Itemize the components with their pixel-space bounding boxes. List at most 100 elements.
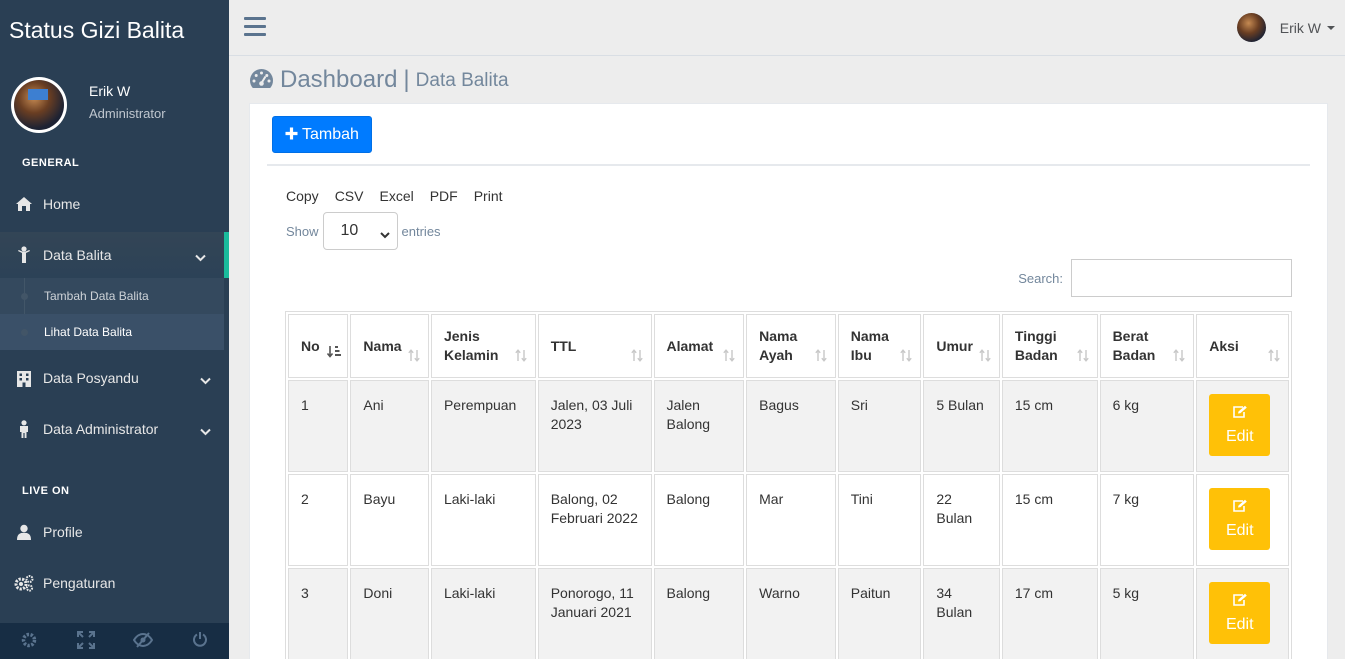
table-cell: 1 <box>288 380 349 472</box>
table-cell: 22 Bulan <box>923 474 1000 566</box>
table-cell: Balong <box>653 474 745 566</box>
sidebar-item-label: Pengaturan <box>43 575 116 591</box>
column-header-label: No <box>301 337 320 354</box>
table-cell: Laki-laki <box>430 568 536 659</box>
chevron-down-icon <box>195 249 206 265</box>
user-name: Erik W <box>1279 19 1321 36</box>
settings-button[interactable] <box>0 623 57 659</box>
column-header[interactable]: TTL <box>537 314 652 378</box>
column-header[interactable]: Nama <box>350 314 429 378</box>
column-header[interactable]: Alamat <box>653 314 745 378</box>
sidebar-item-data-posyandu[interactable]: Data Posyandu <box>0 355 229 401</box>
table-cell: Bayu <box>350 474 429 566</box>
top-navbar: Erik W <box>229 0 1345 56</box>
table-cell: 15 cm <box>1001 380 1098 472</box>
table-cell: Ponorogo, 11 Januari 2021 <box>537 568 652 659</box>
sort-icon <box>630 348 643 367</box>
user-dropdown[interactable]: Erik W <box>1236 13 1335 42</box>
table-cell: Jalen Balong <box>653 380 745 472</box>
sidebar-item-data-balita[interactable]: Data Balita <box>0 232 229 278</box>
profile-role: Administrator <box>89 106 166 121</box>
chevron-down-icon <box>379 226 390 244</box>
home-icon <box>13 196 35 212</box>
sidebar-footer <box>0 623 229 659</box>
plus-icon <box>285 124 298 145</box>
lock-button[interactable] <box>115 623 172 659</box>
sort-icon <box>408 348 420 367</box>
entries-length: Show 10 entries <box>286 212 441 250</box>
divider <box>267 164 1310 166</box>
edit-button[interactable]: Edit <box>1209 488 1271 550</box>
column-header-label: Nama Ibu <box>850 328 889 363</box>
table-cell: Ani <box>350 380 429 472</box>
sidebar-item-pengaturan[interactable]: Pengaturan <box>0 560 229 606</box>
table-cell: Laki-laki <box>430 474 536 566</box>
table-cell: Perempuan <box>430 380 536 472</box>
sidebar-item-data-administrator[interactable]: Data Administrator <box>0 406 229 452</box>
brand-title[interactable]: Status Gizi Balita <box>0 0 229 57</box>
copy-button[interactable]: Copy <box>286 188 319 204</box>
column-header[interactable]: Aksi <box>1196 314 1289 378</box>
column-header[interactable]: Berat Badan <box>1099 314 1195 378</box>
cogs-icon <box>13 574 35 592</box>
sidebar-subitem-label: Tambah Data Balita <box>44 289 149 303</box>
fullscreen-button[interactable] <box>57 623 114 659</box>
column-header[interactable]: Nama Ibu <box>837 314 922 378</box>
caret-down-icon <box>1327 25 1335 30</box>
table-cell: 34 Bulan <box>923 568 1000 659</box>
table-cell: Doni <box>350 568 429 659</box>
dashboard-icon <box>249 68 274 93</box>
gear-icon <box>21 632 37 651</box>
chevron-down-icon <box>200 372 211 388</box>
logout-button[interactable] <box>172 623 229 659</box>
edit-icon <box>1232 593 1248 615</box>
child-icon <box>13 246 35 264</box>
column-header-label: Umur <box>936 337 973 354</box>
sidebar-item-label: Data Posyandu <box>43 370 139 386</box>
csv-button[interactable]: CSV <box>335 188 364 204</box>
table-cell: Balong <box>653 568 745 659</box>
table-cell: 2 <box>288 474 349 566</box>
search-input[interactable] <box>1071 259 1292 297</box>
profile-summary: Erik W Administrator <box>0 57 229 147</box>
excel-button[interactable]: Excel <box>379 188 413 204</box>
sidebar-item-profile[interactable]: Profile <box>0 509 229 555</box>
table-cell: Warno <box>746 568 836 659</box>
profile-name: Erik W <box>89 83 131 99</box>
sort-icon <box>514 348 527 367</box>
column-header[interactable]: Nama Ayah <box>746 314 836 378</box>
table-cell: 6 kg <box>1099 380 1195 472</box>
sidebar-item-label: Data Balita <box>43 247 112 263</box>
sort-icon <box>723 348 735 367</box>
sidebar-subitem-lihat-data-balita[interactable]: Lihat Data Balita <box>0 314 224 350</box>
sort-asc-icon <box>327 344 342 363</box>
print-button[interactable]: Print <box>474 188 503 204</box>
edit-icon <box>1232 405 1248 427</box>
male-icon <box>13 420 35 438</box>
column-header[interactable]: Tinggi Badan <box>1001 314 1098 378</box>
table-cell-actions: Edit <box>1196 380 1289 472</box>
pdf-button[interactable]: PDF <box>430 188 458 204</box>
search-label: Search: <box>1018 270 1063 286</box>
column-header-label: TTL <box>550 337 577 354</box>
bullet-icon <box>21 329 28 336</box>
menu-toggle-icon[interactable] <box>244 17 266 36</box>
sidebar-item-home[interactable]: Home <box>0 181 229 227</box>
column-header[interactable]: No <box>288 314 349 378</box>
sidebar-subitem-tambah-data-balita[interactable]: Tambah Data Balita <box>0 278 224 314</box>
entries-select[interactable]: 10 <box>322 212 398 250</box>
table-cell: Sri <box>837 380 922 472</box>
user-icon <box>13 524 35 540</box>
column-header[interactable]: Umur <box>923 314 1000 378</box>
edit-button[interactable]: Edit <box>1209 394 1271 456</box>
add-button-label: Tambah <box>302 125 359 143</box>
table-cell: 15 cm <box>1001 474 1098 566</box>
fullscreen-icon <box>76 630 95 652</box>
add-button[interactable]: Tambah <box>272 116 372 153</box>
column-header[interactable]: Jenis Kelamin <box>430 314 536 378</box>
edit-button[interactable]: Edit <box>1209 582 1271 644</box>
table-search: Search: <box>1018 259 1292 297</box>
entries-label: entries <box>401 223 441 239</box>
table-cell: 5 Bulan <box>923 380 1000 472</box>
eye-slash-icon <box>132 631 154 651</box>
